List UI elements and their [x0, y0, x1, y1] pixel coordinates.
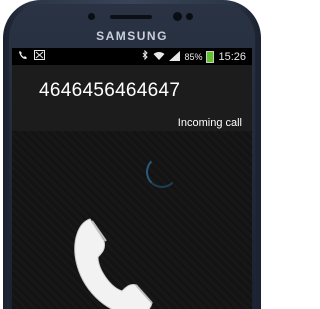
loading-spinner-icon: [146, 156, 178, 188]
phone-screen: 85% 15:26 4646456464647 Incoming call: [12, 48, 252, 309]
answer-handset-button[interactable]: [70, 211, 170, 309]
caller-info-panel: 4646456464647 Incoming call: [12, 65, 252, 131]
light-sensor: [186, 13, 193, 20]
bluetooth-icon: [142, 49, 149, 64]
call-status-label: Incoming call: [177, 117, 242, 129]
front-camera: [173, 12, 182, 21]
caller-number: 4646456464647: [39, 80, 181, 101]
signal-icon: [169, 50, 181, 64]
battery-icon: [206, 51, 215, 63]
status-time: 15:26: [218, 51, 246, 63]
proximity-sensor: [88, 13, 95, 20]
status-bar: 85% 15:26: [12, 48, 252, 65]
battery-percent: 85%: [184, 52, 203, 62]
brand-logo: SAMSUNG: [96, 29, 168, 43]
earpiece-speaker: [110, 15, 152, 19]
answer-area: [12, 131, 252, 309]
phone-call-icon: [18, 50, 28, 63]
phone-handset-icon: [74, 218, 153, 309]
missed-call-icon: [34, 50, 45, 63]
wifi-icon: [153, 51, 165, 64]
